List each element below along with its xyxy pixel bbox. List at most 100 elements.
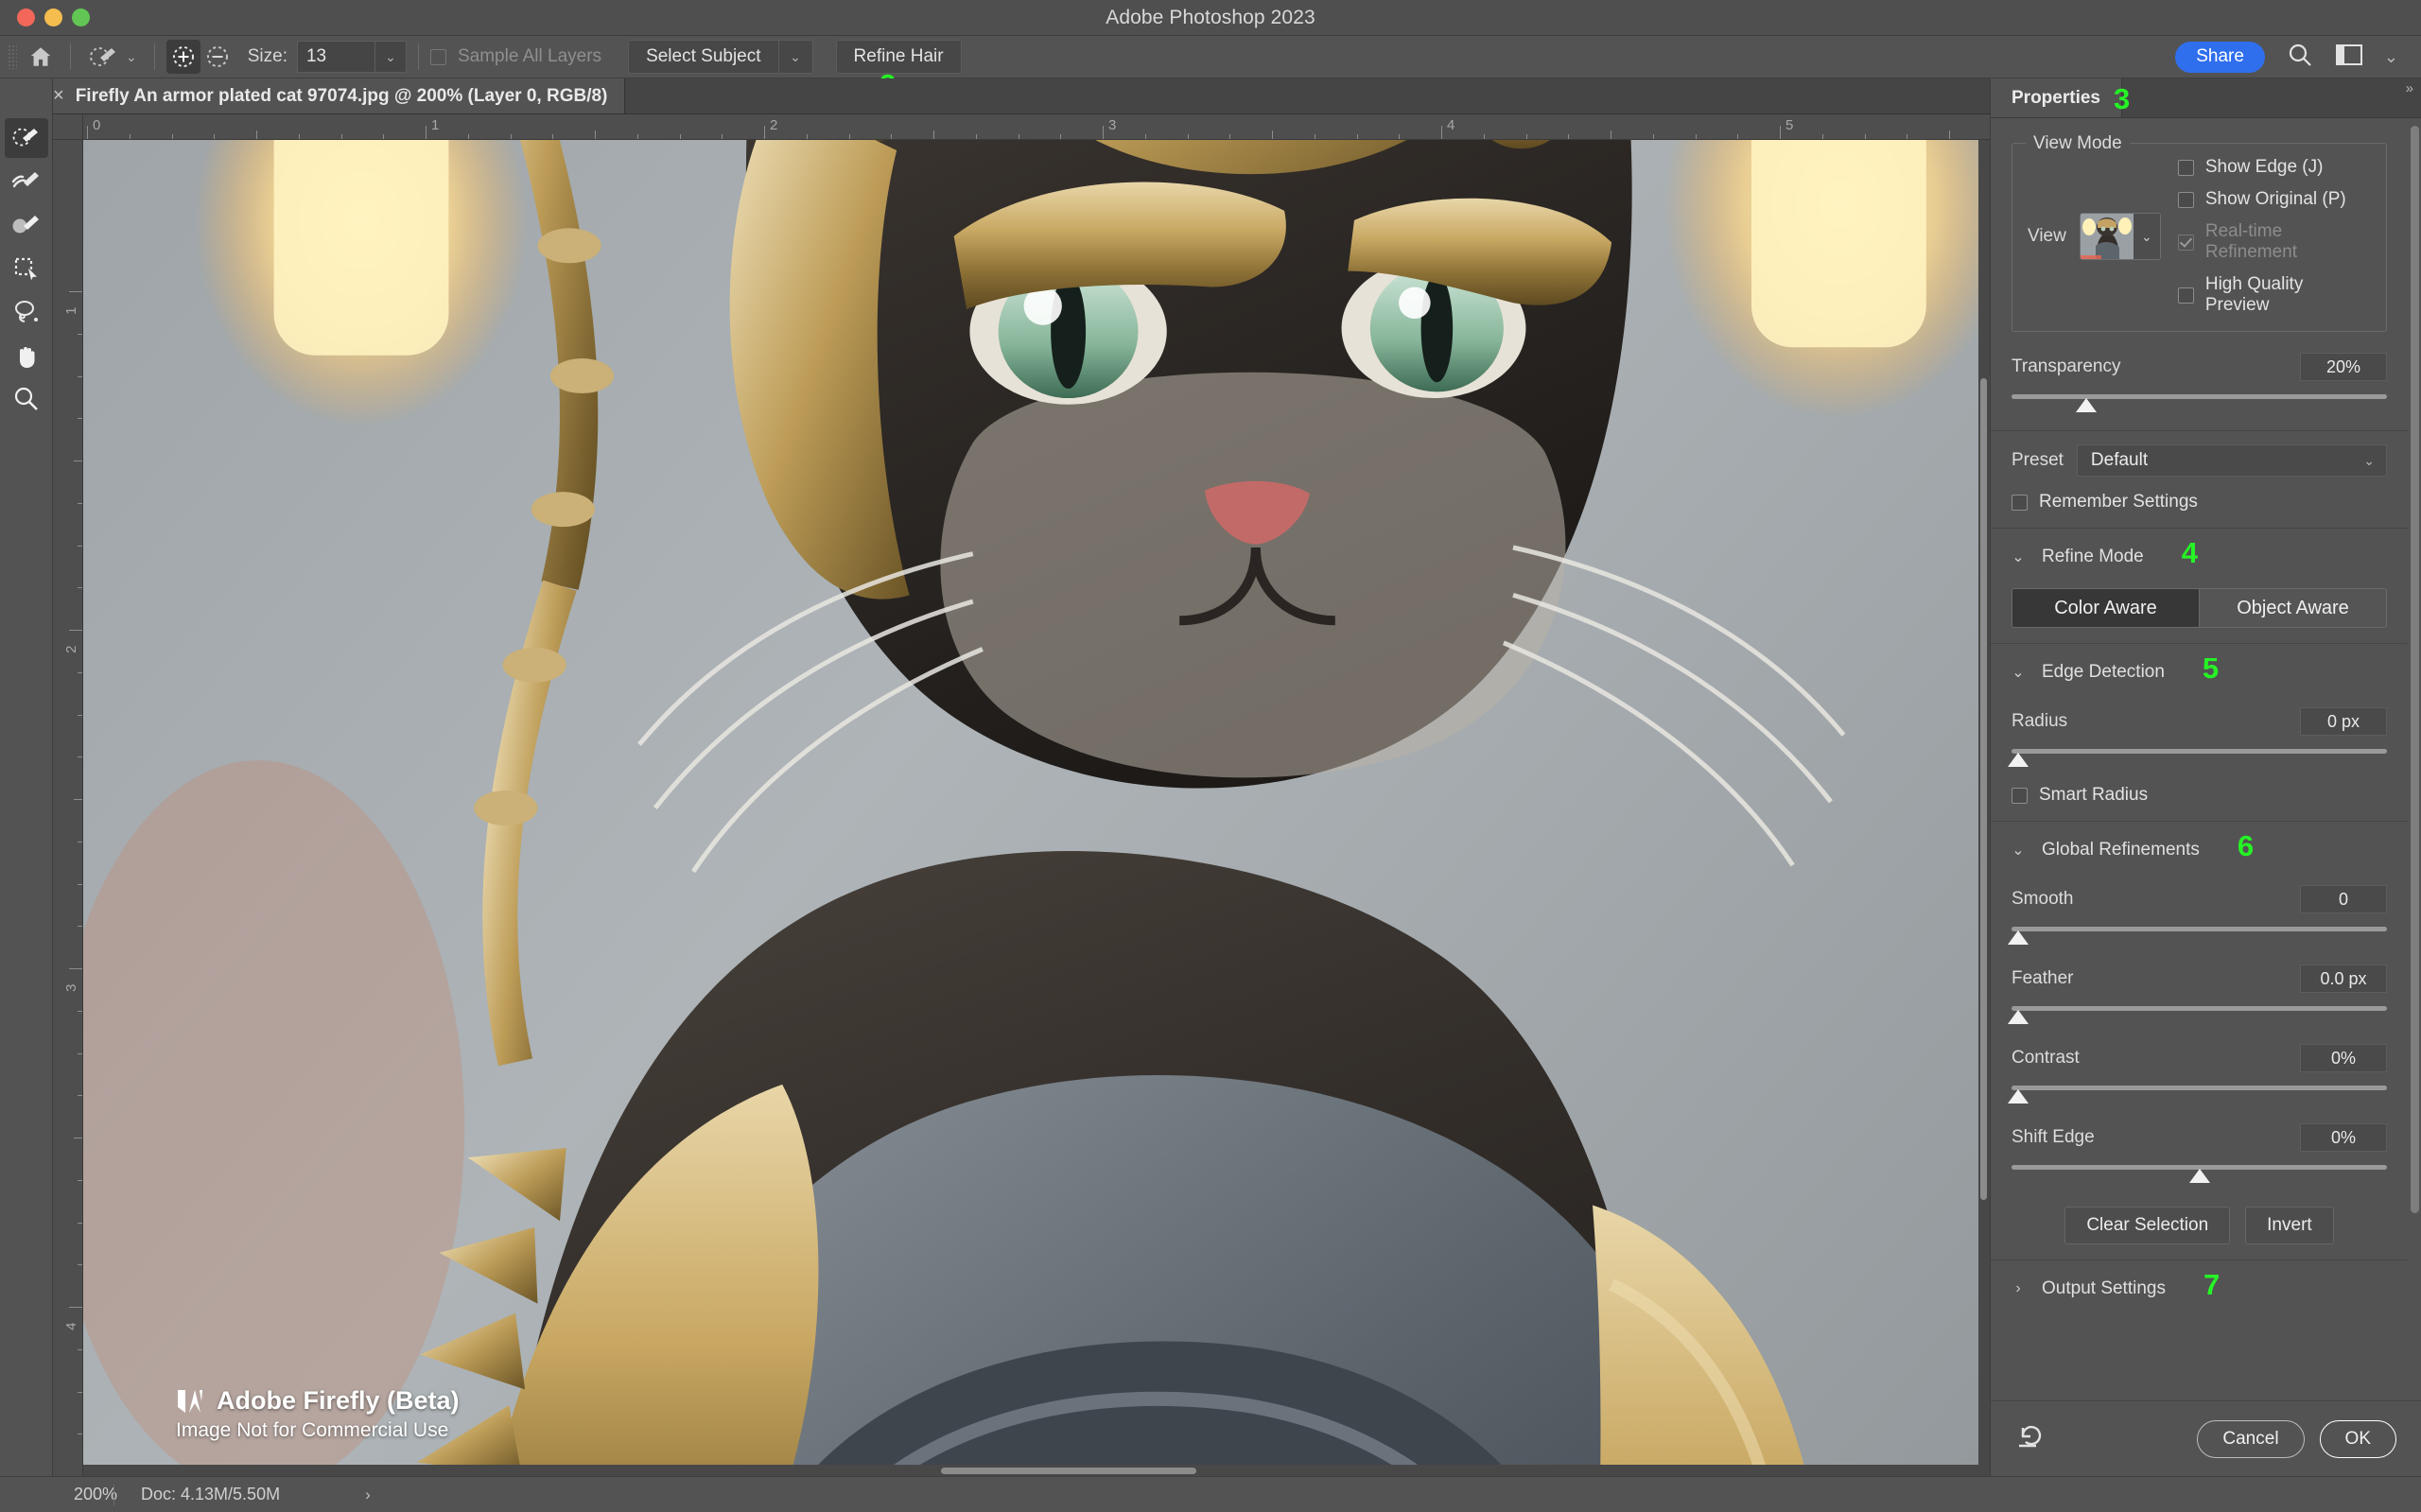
ruler-tick-minor <box>78 671 82 673</box>
quick-selection-tool[interactable] <box>4 118 48 158</box>
brush-tool[interactable] <box>5 205 48 245</box>
shift-edge-slider-thumb[interactable] <box>2188 1169 2210 1183</box>
canvas-vertical-scrollbar[interactable] <box>1978 140 1990 1465</box>
status-expand-arrow[interactable]: › <box>280 1486 371 1504</box>
ok-button[interactable]: OK <box>2319 1419 2396 1458</box>
options-bar-grip[interactable] <box>8 44 17 69</box>
zoom-tool[interactable] <box>5 379 48 419</box>
home-icon[interactable] <box>23 39 59 75</box>
contrast-slider-thumb[interactable] <box>2008 1089 2029 1104</box>
radius-slider-track[interactable] <box>2012 749 2387 754</box>
document-tab[interactable]: × Firefly An armor plated cat 97074.jpg … <box>36 78 626 113</box>
transparency-value[interactable]: 20% <box>2300 353 2387 381</box>
smooth-slider-track[interactable] <box>2012 927 2387 931</box>
feather-value[interactable]: 0.0 px <box>2300 965 2387 993</box>
ruler-label: 4 <box>62 1322 79 1330</box>
remember-settings-option[interactable]: Remember Settings <box>2012 492 2387 513</box>
refine-mode-header[interactable]: ⌄ Refine Mode 4 <box>2012 538 2387 571</box>
close-icon[interactable]: × <box>53 85 64 107</box>
search-icon[interactable] <box>2286 41 2314 74</box>
ruler-tick-minor <box>1272 130 1273 139</box>
ruler-tick-minor <box>78 1010 82 1012</box>
chevron-down-icon[interactable]: ⌄ <box>2012 663 2025 682</box>
feather-slider-track[interactable] <box>2012 1006 2387 1011</box>
edge-detection-header[interactable]: ⌄ Edge Detection 5 <box>2012 653 2387 686</box>
ruler-tick-minor <box>78 714 82 716</box>
chevron-down-icon[interactable]: ⌄ <box>2133 214 2160 259</box>
global-refinements-header[interactable]: ⌄ Global Refinements 6 <box>2012 831 2387 864</box>
ruler-tick-minor <box>1652 134 1654 139</box>
tool-preset-picker[interactable]: ⌄ <box>82 43 143 71</box>
share-button[interactable]: Share <box>2175 41 2265 73</box>
radius-slider-thumb[interactable] <box>2008 753 2029 767</box>
chevron-down-icon[interactable]: ⌄ <box>2012 547 2025 566</box>
cancel-button[interactable]: Cancel <box>2197 1419 2305 1458</box>
smart-radius-checkbox[interactable] <box>2012 787 2028 804</box>
show-original-option[interactable]: Show Original (P) <box>2177 189 2371 210</box>
feather-slider-thumb[interactable] <box>2008 1010 2029 1024</box>
high-quality-preview-option[interactable]: High Quality Preview <box>2177 274 2371 316</box>
chevron-right-icon[interactable]: › <box>2012 1280 2025 1297</box>
ruler-tick-major <box>1441 126 1442 139</box>
ruler-tick-minor <box>78 1222 82 1224</box>
output-settings-header[interactable]: › Output Settings 7 <box>2012 1270 2387 1303</box>
canvas-horizontal-scroll-thumb[interactable] <box>941 1468 1197 1474</box>
smart-radius-option[interactable]: Smart Radius <box>2012 785 2387 806</box>
subtract-from-selection-button[interactable] <box>200 40 235 74</box>
horizontal-ruler: 0 1 2 3 4 5 <box>83 114 1990 140</box>
hand-tool[interactable] <box>5 336 48 375</box>
contrast-slider-track[interactable] <box>2012 1086 2387 1090</box>
radius-control: Radius 0 px <box>2008 707 2387 770</box>
workspace-panel-icon[interactable] <box>2335 43 2363 72</box>
canvas-vertical-scroll-thumb[interactable] <box>1980 378 1987 1200</box>
object-selection-tool[interactable] <box>5 249 48 288</box>
sample-all-layers-control[interactable]: Sample All Layers <box>429 46 601 67</box>
image-canvas[interactable]: Adobe Firefly (Beta) Image Not for Comme… <box>83 140 1990 1476</box>
ruler-tick-minor <box>806 134 808 139</box>
selection-action-buttons: Clear Selection Invert <box>2012 1207 2387 1244</box>
smooth-slider-thumb[interactable] <box>2008 930 2029 945</box>
shift-edge-value[interactable]: 0% <box>2300 1123 2387 1152</box>
radius-value[interactable]: 0 px <box>2300 707 2387 736</box>
clear-selection-button[interactable]: Clear Selection <box>2064 1207 2231 1244</box>
size-control[interactable]: 13 ⌄ <box>296 41 407 73</box>
zoom-level[interactable]: 200% <box>0 1485 117 1504</box>
panel-scroll-thumb[interactable] <box>2411 126 2419 1213</box>
transparency-slider-track[interactable] <box>2012 394 2387 399</box>
remember-settings-checkbox[interactable] <box>2012 494 2028 511</box>
chevron-down-icon[interactable]: ⌄ <box>2384 48 2398 65</box>
collapse-panel-icon[interactable]: » <box>2406 80 2413 96</box>
view-preview-dropdown[interactable]: ⌄ <box>2079 213 2161 260</box>
show-original-checkbox[interactable] <box>2177 191 2194 208</box>
select-subject-control[interactable]: Select Subject ⌄ <box>628 40 813 74</box>
refine-mode-object-aware-button[interactable]: Object Aware <box>2199 589 2386 627</box>
refine-mode-color-aware-button[interactable]: Color Aware <box>2012 589 2199 627</box>
chevron-down-icon[interactable]: ⌄ <box>2012 841 2025 860</box>
refine-hair-button[interactable]: Refine Hair <box>835 40 962 74</box>
add-to-selection-button[interactable] <box>165 40 200 74</box>
preset-select[interactable]: Default ⌄ <box>2076 444 2387 477</box>
reset-undo-icon[interactable] <box>2015 1422 2044 1455</box>
sample-all-layers-checkbox[interactable] <box>429 48 446 65</box>
select-subject-dropdown-button[interactable]: ⌄ <box>778 40 813 74</box>
smooth-value[interactable]: 0 <box>2300 885 2387 913</box>
quick-selection-brush-icon <box>12 128 38 147</box>
select-subject-button[interactable]: Select Subject <box>628 40 779 74</box>
lasso-tool[interactable] <box>5 292 48 332</box>
tab-properties[interactable]: Properties <box>1991 78 2122 117</box>
global-refinements-section: ⌄ Global Refinements 6 Smooth 0 Feather … <box>1991 822 2408 1260</box>
size-input[interactable]: 13 <box>296 41 374 73</box>
refine-edge-brush-tool[interactable] <box>5 162 48 201</box>
invert-button[interactable]: Invert <box>2245 1207 2334 1244</box>
contrast-value[interactable]: 0% <box>2300 1044 2387 1072</box>
ruler-tick-minor <box>78 1391 82 1393</box>
canvas-horizontal-scrollbar[interactable] <box>83 1465 1990 1476</box>
show-edge-option[interactable]: Show Edge (J) <box>2177 157 2371 178</box>
show-edge-checkbox[interactable] <box>2177 159 2194 176</box>
ruler-tick-minor <box>78 1095 82 1097</box>
transparency-slider-thumb[interactable] <box>2076 398 2098 412</box>
preset-section: Preset Default ⌄ Remember Settings <box>1991 431 2408 529</box>
high-quality-preview-checkbox[interactable] <box>2177 287 2194 304</box>
size-dropdown-button[interactable]: ⌄ <box>374 41 407 73</box>
panel-scrollbar[interactable] <box>2411 126 2419 1213</box>
